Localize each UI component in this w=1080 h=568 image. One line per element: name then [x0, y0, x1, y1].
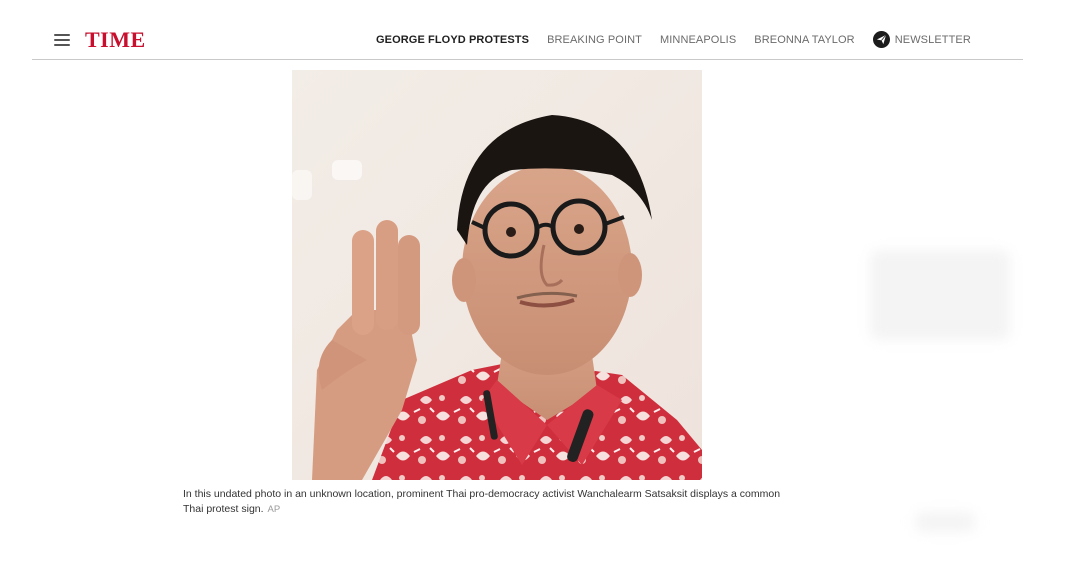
- topic-nav: GEORGE FLOYD PROTESTS BREAKING POINT MIN…: [376, 20, 971, 59]
- blurred-ad-label: [915, 512, 975, 532]
- photo-credit: AP: [267, 504, 281, 515]
- menu-icon[interactable]: [54, 34, 70, 46]
- nav-item-george-floyd-protests[interactable]: GEORGE FLOYD PROTESTS: [376, 34, 529, 46]
- page: TIME GEORGE FLOYD PROTESTS BREAKING POIN…: [0, 0, 1080, 568]
- site-header: TIME GEORGE FLOYD PROTESTS BREAKING POIN…: [32, 20, 1023, 60]
- nav-item-breonna-taylor[interactable]: BREONNA TAYLOR: [754, 34, 854, 46]
- time-logo[interactable]: TIME: [85, 27, 146, 53]
- nav-item-breaking-point[interactable]: BREAKING POINT: [547, 34, 642, 46]
- nav-item-minneapolis[interactable]: MINNEAPOLIS: [660, 34, 736, 46]
- newsletter-icon: [872, 31, 890, 48]
- blurred-ad: [870, 250, 1010, 340]
- photo-caption: In this undated photo in an unknown loca…: [183, 487, 783, 517]
- newsletter-label: NEWSLETTER: [894, 33, 971, 46]
- newsletter-link[interactable]: NEWSLETTER: [872, 31, 971, 48]
- article-photo: [292, 70, 702, 480]
